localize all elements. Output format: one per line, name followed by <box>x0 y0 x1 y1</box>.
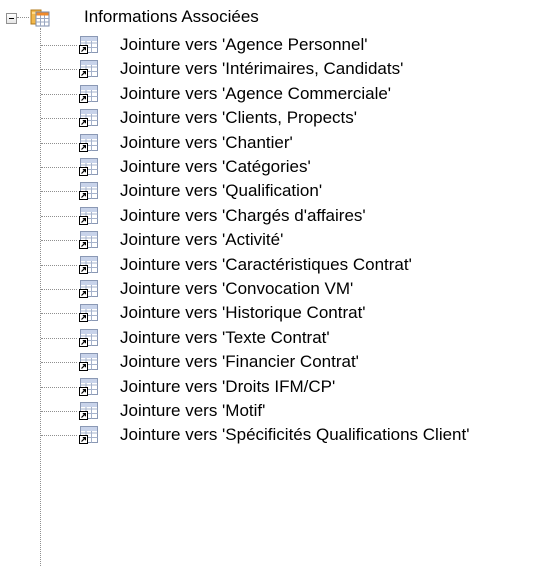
tree-connector-line <box>41 191 77 193</box>
tree-node-item[interactable]: Jointure vers 'Clients, Propects' <box>0 105 556 131</box>
tree-node-item[interactable]: Jointure vers 'Chargés d'affaires' <box>0 203 556 229</box>
tree-connector-line <box>41 337 77 339</box>
tree-node-label: Jointure vers 'Texte Contrat' <box>120 327 330 347</box>
join-table-icon <box>79 84 98 103</box>
join-table-icon <box>79 353 98 372</box>
folder-table-icon <box>30 9 50 27</box>
tree-connector-line <box>17 17 29 18</box>
collapse-toggle-icon[interactable] <box>6 13 17 24</box>
join-table-icon <box>79 255 98 274</box>
join-table-icon <box>79 158 98 176</box>
tree-node-label: Jointure vers 'Spécificités Qualificatio… <box>120 425 470 445</box>
join-table-icon <box>79 133 98 152</box>
tree-node-item[interactable]: Jointure vers 'Catégories' <box>0 154 556 180</box>
tree-connector-line <box>41 93 77 95</box>
tree-connector-line <box>41 435 77 437</box>
tree-node-item[interactable]: Jointure vers 'Motif' <box>0 398 556 424</box>
tree-node-label: Jointure vers 'Catégories' <box>120 157 311 176</box>
join-table-icon <box>79 280 98 298</box>
tree-connector-line <box>41 167 77 168</box>
tree-node-label: Jointure vers 'Clients, Propects' <box>120 108 358 128</box>
tree-node-label: Jointure vers 'Historique Contrat' <box>120 303 366 323</box>
tree-node-item[interactable]: Jointure vers 'Agence Commerciale' <box>0 81 556 107</box>
tree-node-label: Jointure vers 'Qualification' <box>120 181 323 201</box>
join-table-icon <box>79 426 98 445</box>
tree-node-label: Jointure vers 'Financier Contrat' <box>120 352 359 372</box>
tree-connector-line <box>41 215 77 217</box>
tree-node-item[interactable]: Jointure vers 'Caractéristiques Contrat' <box>0 252 556 278</box>
tree-node-item[interactable]: Jointure vers 'Droits IFM/CP' <box>0 374 556 400</box>
join-table-icon <box>79 328 98 347</box>
tree-connector-line <box>41 240 77 242</box>
tree-connector-line <box>41 362 77 364</box>
tree-node-item[interactable]: Jointure vers 'Spécificités Qualificatio… <box>0 422 556 448</box>
tree-node-item[interactable]: Jointure vers 'Activité' <box>0 227 556 253</box>
tree-node-label: Jointure vers 'Droits IFM/CP' <box>120 376 336 396</box>
tree-node-label: Jointure vers 'Motif' <box>120 401 266 420</box>
tree-connector-line <box>41 386 77 388</box>
tree-connector-line <box>41 69 77 71</box>
tree-node-label: Jointure vers 'Chantier' <box>120 132 293 152</box>
tree-connector-line <box>41 118 77 120</box>
tree-node-item[interactable]: Jointure vers 'Convocation VM' <box>0 276 556 302</box>
join-table-icon <box>79 231 98 250</box>
tree-node-item[interactable]: Jointure vers 'Agence Personnel' <box>0 32 556 58</box>
tree-node-label: Jointure vers 'Intérimaires, Candidats' <box>120 59 404 79</box>
tree-node-item[interactable]: Jointure vers 'Texte Contrat' <box>0 325 556 351</box>
tree-view: Informations Associées Jointure vers 'Ag… <box>0 0 556 583</box>
tree-node-item[interactable]: Jointure vers 'Qualification' <box>0 178 556 204</box>
join-table-icon <box>79 377 98 396</box>
tree-node-label: Jointure vers 'Agence Personnel' <box>120 35 368 54</box>
tree-node-item[interactable]: Jointure vers 'Historique Contrat' <box>0 300 556 326</box>
join-table-icon <box>79 36 98 54</box>
tree-node-label: Jointure vers 'Agence Commerciale' <box>120 83 392 103</box>
tree-node-item[interactable]: Jointure vers 'Chantier' <box>0 130 556 156</box>
join-table-icon <box>79 402 98 420</box>
tree-node-item[interactable]: Jointure vers 'Financier Contrat' <box>0 349 556 375</box>
join-table-icon <box>79 304 98 323</box>
tree-node-label: Jointure vers 'Caractéristiques Contrat' <box>120 254 412 274</box>
tree-connector-line <box>41 313 77 315</box>
tree-connector-line <box>41 289 77 290</box>
tree-connector-line <box>41 264 77 266</box>
join-table-icon <box>79 182 98 201</box>
join-table-icon <box>79 109 98 128</box>
join-table-icon <box>79 206 98 225</box>
tree-connector-line <box>41 45 77 46</box>
tree-node-label: Informations Associées <box>84 7 259 26</box>
tree-node-label: Jointure vers 'Chargés d'affaires' <box>120 205 366 225</box>
join-table-icon <box>79 60 98 79</box>
tree-connector-line <box>41 411 77 412</box>
tree-node-label: Jointure vers 'Convocation VM' <box>120 279 354 298</box>
tree-node-item[interactable]: Jointure vers 'Intérimaires, Candidats' <box>0 56 556 82</box>
tree-node-label: Jointure vers 'Activité' <box>120 230 284 250</box>
tree-connector-line <box>41 142 77 144</box>
